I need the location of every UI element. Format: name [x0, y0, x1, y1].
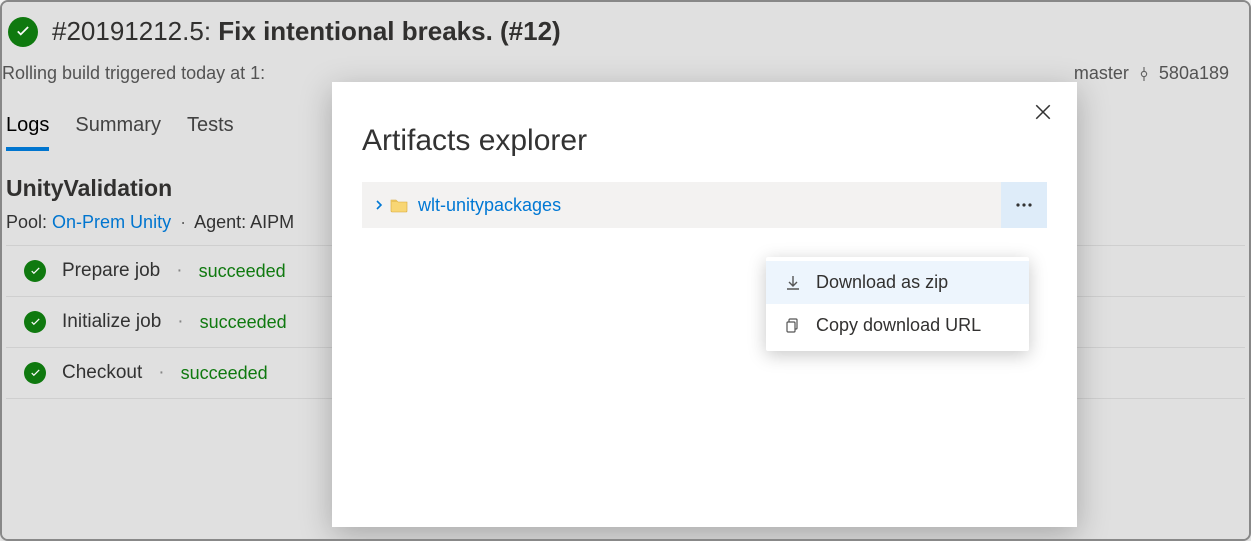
menu-copy-url[interactable]: Copy download URL	[766, 304, 1029, 347]
commit-hash[interactable]: 580a189	[1159, 63, 1229, 84]
build-title-text: Fix intentional breaks. (#12)	[218, 16, 560, 46]
folder-icon	[390, 197, 408, 213]
menu-label: Copy download URL	[816, 315, 981, 336]
trigger-text: Rolling build triggered today at 1:	[2, 63, 265, 84]
build-id: #20191212.5:	[52, 16, 211, 46]
close-button[interactable]	[1031, 100, 1055, 124]
success-icon	[24, 260, 46, 282]
artifact-name[interactable]: wlt-unitypackages	[418, 195, 561, 216]
commit-icon	[1137, 67, 1151, 81]
step-name: Prepare job	[62, 260, 160, 282]
dialog-title: Artifacts explorer	[332, 82, 1077, 182]
step-name: Checkout	[62, 362, 142, 384]
step-status: succeeded	[200, 312, 287, 333]
download-icon	[784, 275, 802, 291]
pool-label: Pool:	[6, 212, 47, 232]
chevron-right-icon[interactable]	[374, 198, 384, 213]
artifact-row[interactable]: wlt-unitypackages	[362, 182, 1047, 228]
menu-label: Download as zip	[816, 272, 948, 293]
copy-icon	[784, 318, 802, 334]
pool-link[interactable]: On-Prem Unity	[52, 212, 171, 232]
tab-logs[interactable]: Logs	[6, 114, 49, 151]
artifacts-explorer-dialog: Artifacts explorer wlt-unitypackages Dow…	[332, 82, 1077, 527]
menu-download-zip[interactable]: Download as zip	[766, 261, 1029, 304]
tab-summary[interactable]: Summary	[75, 114, 161, 151]
context-menu: Download as zip Copy download URL	[766, 257, 1029, 351]
step-status: succeeded	[181, 363, 268, 384]
build-subtitle: Rolling build triggered today at 1: mast…	[2, 51, 1249, 84]
success-icon	[24, 362, 46, 384]
step-name: Initialize job	[62, 311, 161, 333]
tab-tests[interactable]: Tests	[187, 114, 234, 151]
step-status: succeeded	[199, 261, 286, 282]
build-title: #20191212.5: Fix intentional breaks. (#1…	[52, 16, 561, 47]
more-actions-button[interactable]	[1001, 182, 1047, 228]
success-icon	[24, 311, 46, 333]
branch-name[interactable]: master	[1074, 63, 1129, 84]
agent-label: Agent: AIPM	[194, 212, 294, 232]
build-header: #20191212.5: Fix intentional breaks. (#1…	[2, 2, 1249, 51]
success-icon	[8, 17, 38, 47]
